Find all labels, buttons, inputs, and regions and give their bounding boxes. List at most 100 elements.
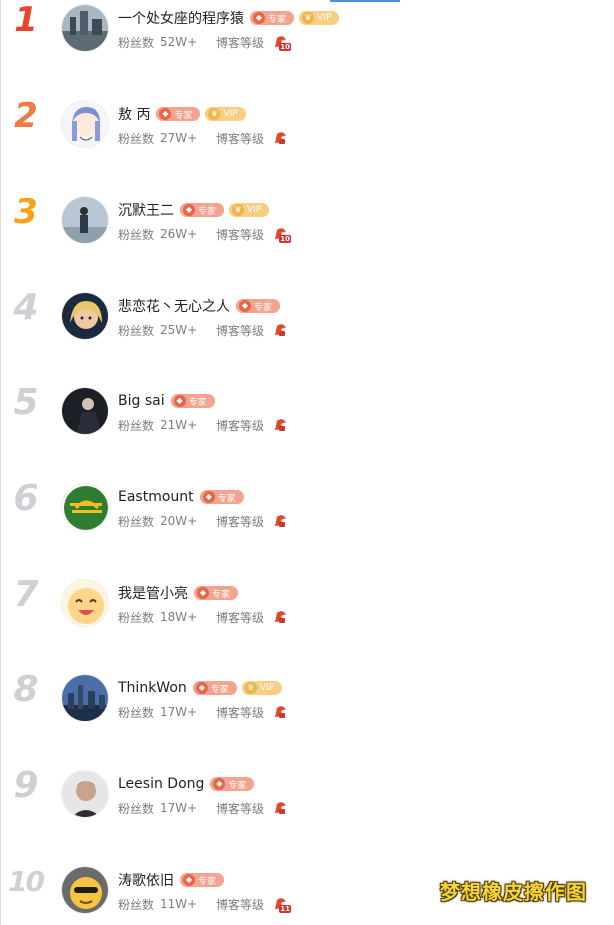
ranking-row[interactable]: 4 悲恋花丶无心之人 ◆ 专家 粉丝数 25W+ 博客等级 [0,287,614,348]
rank-number: 3 [14,192,38,232]
expert-shield-icon: ◆ [195,682,208,694]
expert-badge-label: 专家 [188,397,207,408]
crown-icon: ♛ [244,682,257,694]
city-landscape-avatar[interactable] [61,4,109,52]
blog-level-label: 博客等级 [216,227,265,242]
fans-count: 20W+ [160,514,198,528]
expert-badge: ◆ 专家 [194,586,239,600]
game-character-avatar[interactable] [61,292,109,340]
rank-number: 2 [14,96,38,136]
user-name[interactable]: 敖 丙 [118,104,150,124]
expert-badge-label: 专家 [228,780,247,791]
fans-label: 粉丝数 [118,227,155,242]
name-line: ThinkWon ◆ 专家 ♛ VIP [118,677,287,699]
expert-shield-icon: ◆ [253,12,265,24]
blog-level-label: 博客等级 [216,705,265,720]
fans-label: 粉丝数 [118,610,155,625]
stats-line: 粉丝数 17W+ 博客等级 [118,799,288,817]
expert-badge-label: 专家 [254,302,273,313]
portrait-avatar[interactable] [61,770,109,818]
user-name[interactable]: Leesin Dong [118,776,204,792]
expert-badge: ◆ 专家 [199,490,244,504]
fans-label: 粉丝数 [118,35,155,50]
rank-number: 5 [13,382,38,423]
user-name[interactable]: Big sai [118,393,165,409]
name-line: 敖 丙 ◆ 专家 ♛ VIP [118,103,251,125]
user-name[interactable]: 一个处女座的程序猿 [118,8,244,28]
stats-line: 粉丝数 18W+ 博客等级 [118,608,288,626]
ranking-row[interactable]: 8 ThinkWon ◆ 专家 ♛ VIP 粉丝数 17W+ 博客等级 [0,669,614,730]
stats-line: 粉丝数 11W+ 博客等级 11 [118,895,292,913]
fans-count: 25W+ [160,323,198,337]
blog-level-number: 10 [279,235,292,243]
stats-line: 粉丝数 52W+ 博客等级 10 [118,33,292,51]
blog-level-icon [272,417,288,433]
user-name[interactable]: Eastmount [118,489,194,505]
stats-line: 粉丝数 25W+ 博客等级 [118,321,288,339]
blog-level-icon: 10 [272,34,292,51]
city-night-avatar[interactable] [61,674,109,722]
crown-icon: ♛ [208,108,221,120]
blog-level-number: 10 [279,43,292,51]
fans-label: 粉丝数 [118,131,155,146]
fans-count: 17W+ [160,705,198,719]
yellow-monkey-avatar[interactable] [61,866,109,914]
user-name[interactable]: 悲恋花丶无心之人 [118,296,230,316]
fans-label: 粉丝数 [118,897,155,912]
blog-level-label: 博客等级 [216,801,265,816]
blog-level-icon: 10 [272,226,292,243]
blog-level-icon [272,130,288,146]
user-name[interactable]: 我是管小亮 [118,583,188,603]
ranking-row[interactable]: 7 我是管小亮 ◆ 专家 粉丝数 18W+ 博客等级 [0,574,614,635]
blog-level-icon [272,322,288,338]
expert-shield-icon: ◆ [183,204,195,216]
name-line: Big sai ◆ 专家 [118,390,220,412]
blog-level-icon [272,800,288,816]
ranking-row[interactable]: 2 敖 丙 ◆ 专家 ♛ VIP 粉丝数 27W+ 博客等级 [0,96,614,156]
expert-badge: ◆ 专家 [156,107,201,121]
blog-level-label: 博客等级 [216,418,265,433]
blog-level-label: 博客等级 [216,323,265,338]
stats-line: 粉丝数 26W+ 博客等级 10 [118,225,292,243]
expert-shield-icon: ◆ [239,300,251,312]
stats-line: 粉丝数 21W+ 博客等级 [118,416,288,434]
fans-count: 18W+ [160,610,198,624]
watermark: 梦想橡皮擦作图 [440,880,587,904]
vip-badge-label: VIP [247,205,262,215]
expert-badge: ◆ 专家 [210,777,255,791]
fans-label: 粉丝数 [118,323,155,338]
crown-icon: ♛ [232,204,245,216]
fans-count: 26W+ [160,227,198,241]
cartoon-face-avatar[interactable] [61,579,109,627]
expert-badge-label: 专家 [198,876,217,887]
blog-level-icon: 11 [272,896,292,913]
blog-level-icon [272,704,288,720]
vip-badge-label: VIP [259,683,275,693]
rank-number: 7 [13,574,38,615]
blog-level-number: 11 [279,905,292,913]
anime-girl-avatar[interactable] [61,100,109,148]
blog-level-icon [272,609,288,625]
user-name[interactable]: ThinkWon [118,680,187,696]
expert-badge: ◆ 专家 [236,299,281,313]
ranking-row[interactable]: 1 一个处女座的程序猿 ◆ 专家 ♛ VIP 粉丝数 52W+ 博客等级 10 [0,0,614,60]
dark-figure-avatar[interactable] [61,387,109,435]
blog-level-label: 博客等级 [216,897,265,912]
expert-shield-icon: ◆ [202,491,215,503]
user-name[interactable]: 沉默王二 [118,200,174,220]
ranking-row[interactable]: 5 Big sai ◆ 专家 粉丝数 21W+ 博客等级 [0,382,614,443]
user-name[interactable]: 涛歌依旧 [118,870,174,890]
green-logo-avatar[interactable] [61,483,109,531]
ranking-row[interactable]: 3 沉默王二 ◆ 专家 ♛ VIP 粉丝数 26W+ 博客等级 10 [0,192,614,252]
fans-count: 21W+ [160,418,198,432]
fans-label: 粉丝数 [118,801,155,816]
ranking-row[interactable]: 9 Leesin Dong ◆ 专家 粉丝数 17W+ 博客等级 [0,765,614,826]
man-standing-avatar[interactable] [61,196,109,244]
fans-count: 11W+ [160,897,198,911]
fans-label: 粉丝数 [118,514,155,529]
ranking-row[interactable]: 6 Eastmount ◆ 专家 粉丝数 20W+ 博客等级 [0,478,614,539]
rank-number: 6 [13,478,38,519]
vip-badge-label: VIP [223,109,238,119]
expert-shield-icon: ◆ [173,395,186,407]
name-line: Eastmount ◆ 专家 [118,486,249,508]
